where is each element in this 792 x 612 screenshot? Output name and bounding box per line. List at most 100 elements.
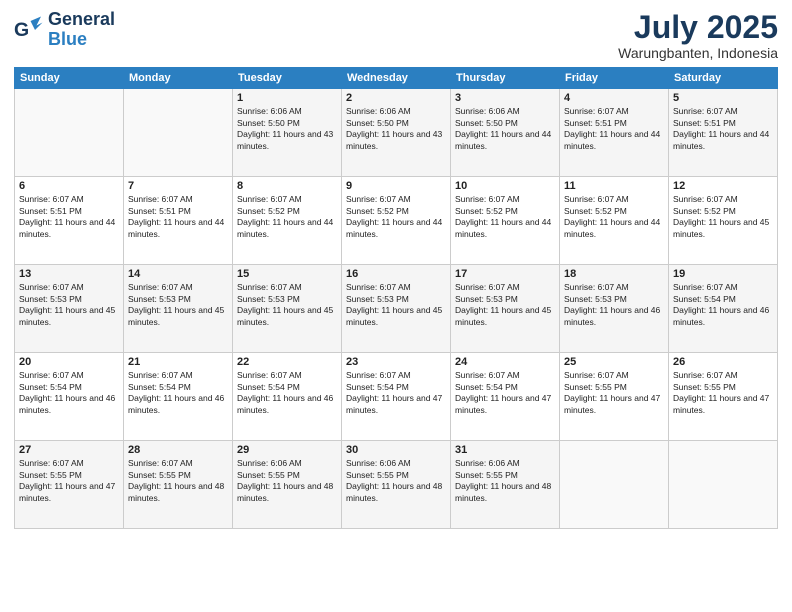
- day-number: 9: [346, 180, 446, 192]
- table-row: 18Sunrise: 6:07 AM Sunset: 5:53 PM Dayli…: [560, 265, 669, 353]
- day-number: 21: [128, 356, 228, 368]
- day-info: Sunrise: 6:07 AM Sunset: 5:51 PM Dayligh…: [19, 194, 119, 240]
- table-row: 13Sunrise: 6:07 AM Sunset: 5:53 PM Dayli…: [15, 265, 124, 353]
- table-row: 6 Sunrise: 6:07 AM Sunset: 5:51 PM Daylig…: [15, 177, 124, 265]
- table-row: [124, 89, 233, 177]
- logo-blue: Blue: [48, 30, 115, 50]
- day-number: 27: [19, 444, 119, 456]
- day-number: 18: [564, 268, 664, 280]
- day-info: Sunrise: 6:07 AM Sunset: 5:51 PM Dayligh…: [128, 194, 228, 240]
- table-row: 4Sunrise: 6:07 AM Sunset: 5:51 PM Daylig…: [560, 89, 669, 177]
- calendar-week-row: 27 Sunrise: 6:07 AM Sunset: 5:55 PM Dayli…: [15, 441, 778, 529]
- table-row: 15 Sunrise: 6:07 AM Sunset: 5:53 PM Dayli…: [233, 265, 342, 353]
- table-row: 24Sunrise: 6:07 AM Sunset: 5:54 PM Dayli…: [451, 353, 560, 441]
- day-number: 3: [455, 92, 555, 104]
- logo-icon: G: [14, 15, 44, 45]
- day-info: Sunrise: 6:07 AM Sunset: 5:52 PM Dayligh…: [673, 194, 773, 240]
- table-row: 7 Sunrise: 6:07 AM Sunset: 5:51 PM Daylig…: [124, 177, 233, 265]
- header-saturday: Saturday: [669, 68, 778, 89]
- table-row: 8Sunrise: 6:07 AM Sunset: 5:52 PM Daylig…: [233, 177, 342, 265]
- day-info: Sunrise: 6:07 AM Sunset: 5:53 PM Dayligh…: [346, 282, 446, 328]
- day-info: Sunrise: 6:07 AM Sunset: 5:53 PM Dayligh…: [237, 282, 337, 328]
- logo: G General Blue: [14, 10, 115, 50]
- day-info: Sunrise: 6:07 AM Sunset: 5:55 PM Dayligh…: [673, 370, 773, 416]
- table-row: 10 Sunrise: 6:07 AM Sunset: 5:52 PM Dayli…: [451, 177, 560, 265]
- day-info: Sunrise: 6:07 AM Sunset: 5:54 PM Dayligh…: [237, 370, 337, 416]
- day-info: Sunrise: 6:07 AM Sunset: 5:52 PM Dayligh…: [564, 194, 664, 240]
- table-row: 11 Sunrise: 6:07 AM Sunset: 5:52 PM Dayli…: [560, 177, 669, 265]
- header-friday: Friday: [560, 68, 669, 89]
- day-number: 11: [564, 180, 664, 192]
- header-tuesday: Tuesday: [233, 68, 342, 89]
- table-row: 27 Sunrise: 6:07 AM Sunset: 5:55 PM Dayli…: [15, 441, 124, 529]
- table-row: 26 Sunrise: 6:07 AM Sunset: 5:55 PM Dayli…: [669, 353, 778, 441]
- title-area: July 2025 Warungbanten, Indonesia: [618, 10, 778, 61]
- month-title: July 2025: [618, 10, 778, 45]
- day-info: Sunrise: 6:07 AM Sunset: 5:51 PM Dayligh…: [673, 106, 773, 152]
- day-info: Sunrise: 6:07 AM Sunset: 5:54 PM Dayligh…: [128, 370, 228, 416]
- day-number: 20: [19, 356, 119, 368]
- table-row: 19 Sunrise: 6:07 AM Sunset: 5:54 PM Dayli…: [669, 265, 778, 353]
- day-number: 19: [673, 268, 773, 280]
- day-number: 15: [237, 268, 337, 280]
- day-number: 2: [346, 92, 446, 104]
- table-row: 23 Sunrise: 6:07 AM Sunset: 5:54 PM Dayli…: [342, 353, 451, 441]
- day-info: Sunrise: 6:06 AM Sunset: 5:55 PM Dayligh…: [455, 458, 555, 504]
- calendar-week-row: 20 Sunrise: 6:07 AM Sunset: 5:54 PM Dayli…: [15, 353, 778, 441]
- table-row: 3 Sunrise: 6:06 AM Sunset: 5:50 PM Daylig…: [451, 89, 560, 177]
- table-row: [560, 441, 669, 529]
- day-info: Sunrise: 6:06 AM Sunset: 5:50 PM Dayligh…: [346, 106, 446, 152]
- day-number: 6: [19, 180, 119, 192]
- table-row: 28 Sunrise: 6:07 AM Sunset: 5:55 PM Dayli…: [124, 441, 233, 529]
- table-row: [669, 441, 778, 529]
- day-number: 17: [455, 268, 555, 280]
- calendar-week-row: 6 Sunrise: 6:07 AM Sunset: 5:51 PM Daylig…: [15, 177, 778, 265]
- day-number: 26: [673, 356, 773, 368]
- day-info: Sunrise: 6:07 AM Sunset: 5:55 PM Dayligh…: [128, 458, 228, 504]
- day-number: 8: [237, 180, 337, 192]
- day-info: Sunrise: 6:07 AM Sunset: 5:54 PM Dayligh…: [455, 370, 555, 416]
- table-row: 16 Sunrise: 6:07 AM Sunset: 5:53 PM Dayli…: [342, 265, 451, 353]
- day-info: Sunrise: 6:07 AM Sunset: 5:52 PM Dayligh…: [455, 194, 555, 240]
- day-info: Sunrise: 6:07 AM Sunset: 5:54 PM Dayligh…: [673, 282, 773, 328]
- day-number: 22: [237, 356, 337, 368]
- day-number: 1: [237, 92, 337, 104]
- day-number: 25: [564, 356, 664, 368]
- day-info: Sunrise: 6:07 AM Sunset: 5:53 PM Dayligh…: [128, 282, 228, 328]
- day-info: Sunrise: 6:07 AM Sunset: 5:55 PM Dayligh…: [564, 370, 664, 416]
- table-row: 5 Sunrise: 6:07 AM Sunset: 5:51 PM Daylig…: [669, 89, 778, 177]
- calendar-table: Sunday Monday Tuesday Wednesday Thursday…: [14, 67, 778, 529]
- calendar-week-row: 13Sunrise: 6:07 AM Sunset: 5:53 PM Dayli…: [15, 265, 778, 353]
- day-info: Sunrise: 6:06 AM Sunset: 5:50 PM Dayligh…: [455, 106, 555, 152]
- logo-general: General: [48, 10, 115, 30]
- table-row: 9Sunrise: 6:07 AM Sunset: 5:52 PM Daylig…: [342, 177, 451, 265]
- day-number: 28: [128, 444, 228, 456]
- table-row: 25 Sunrise: 6:07 AM Sunset: 5:55 PM Dayli…: [560, 353, 669, 441]
- day-info: Sunrise: 6:07 AM Sunset: 5:51 PM Dayligh…: [564, 106, 664, 152]
- day-number: 30: [346, 444, 446, 456]
- day-number: 14: [128, 268, 228, 280]
- day-info: Sunrise: 6:07 AM Sunset: 5:53 PM Dayligh…: [19, 282, 119, 328]
- header-sunday: Sunday: [15, 68, 124, 89]
- day-number: 16: [346, 268, 446, 280]
- header: G General Blue July 2025 Warungbanten, I…: [14, 10, 778, 61]
- day-info: Sunrise: 6:07 AM Sunset: 5:55 PM Dayligh…: [19, 458, 119, 504]
- table-row: 31Sunrise: 6:06 AM Sunset: 5:55 PM Dayli…: [451, 441, 560, 529]
- table-row: 30Sunrise: 6:06 AM Sunset: 5:55 PM Dayli…: [342, 441, 451, 529]
- svg-text:G: G: [14, 19, 29, 41]
- day-number: 7: [128, 180, 228, 192]
- day-number: 5: [673, 92, 773, 104]
- location: Warungbanten, Indonesia: [618, 45, 778, 61]
- table-row: 12 Sunrise: 6:07 AM Sunset: 5:52 PM Dayli…: [669, 177, 778, 265]
- page: G General Blue July 2025 Warungbanten, I…: [0, 0, 792, 612]
- calendar-week-row: 1 Sunrise: 6:06 AM Sunset: 5:50 PM Daylig…: [15, 89, 778, 177]
- table-row: 22 Sunrise: 6:07 AM Sunset: 5:54 PM Dayli…: [233, 353, 342, 441]
- table-row: [15, 89, 124, 177]
- day-number: 10: [455, 180, 555, 192]
- day-info: Sunrise: 6:07 AM Sunset: 5:54 PM Dayligh…: [346, 370, 446, 416]
- day-number: 23: [346, 356, 446, 368]
- table-row: 17Sunrise: 6:07 AM Sunset: 5:53 PM Dayli…: [451, 265, 560, 353]
- table-row: 2 Sunrise: 6:06 AM Sunset: 5:50 PM Daylig…: [342, 89, 451, 177]
- table-row: 1Sunrise: 6:06 AM Sunset: 5:50 PM Daylig…: [233, 89, 342, 177]
- day-number: 12: [673, 180, 773, 192]
